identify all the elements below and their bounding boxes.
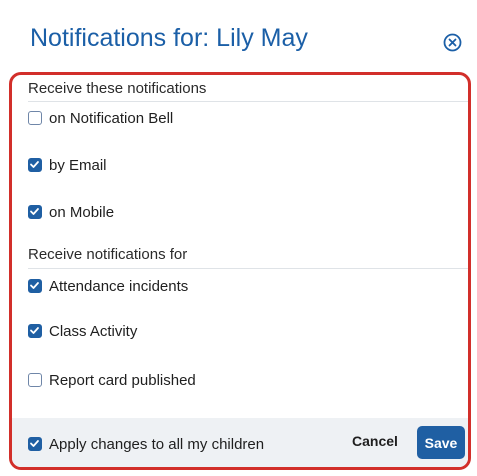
option-label: Report card published <box>49 371 196 389</box>
checkbox-checked[interactable] <box>28 279 42 293</box>
option-label: on Notification Bell <box>49 109 174 127</box>
types-heading: Receive notifications for <box>28 246 188 263</box>
option-label: on Mobile <box>49 203 115 221</box>
option-attendance-incidents[interactable]: Attendance incidents <box>28 276 188 296</box>
types-divider <box>28 268 468 269</box>
option-notification-bell[interactable]: on Notification Bell <box>28 108 173 128</box>
checkbox-checked[interactable] <box>28 205 42 219</box>
close-icon[interactable] <box>443 33 462 52</box>
option-class-activity[interactable]: Class Activity <box>28 321 137 341</box>
dialog-header: Notifications for: Lily May <box>0 0 477 74</box>
save-button[interactable]: Save <box>417 426 465 459</box>
checkbox-checked[interactable] <box>28 158 42 172</box>
option-email[interactable]: by Email <box>28 155 107 175</box>
notification-settings-panel: Receive these notifications on Notificat… <box>9 72 471 470</box>
checkbox-unchecked[interactable] <box>28 373 42 387</box>
checkbox-unchecked[interactable] <box>28 111 42 125</box>
apply-to-all-children-option[interactable]: Apply changes to all my children <box>28 434 264 454</box>
option-label: by Email <box>49 156 107 174</box>
option-label: Class Activity <box>49 322 138 340</box>
cancel-button[interactable]: Cancel <box>352 433 398 449</box>
channels-heading: Receive these notifications <box>28 80 207 97</box>
notifications-dialog: Notifications for: Lily May Receive thes… <box>0 0 477 476</box>
option-label: Attendance incidents <box>49 277 189 295</box>
checkbox-checked[interactable] <box>28 324 42 338</box>
apply-label: Apply changes to all my children <box>49 435 265 453</box>
channels-divider <box>28 101 468 102</box>
checkbox-checked[interactable] <box>28 437 42 451</box>
dialog-footer: Apply changes to all my children Cancel … <box>12 418 468 467</box>
option-mobile[interactable]: on Mobile <box>28 202 114 222</box>
option-report-card-published[interactable]: Report card published <box>28 370 196 390</box>
dialog-title: Notifications for: Lily May <box>30 24 308 52</box>
